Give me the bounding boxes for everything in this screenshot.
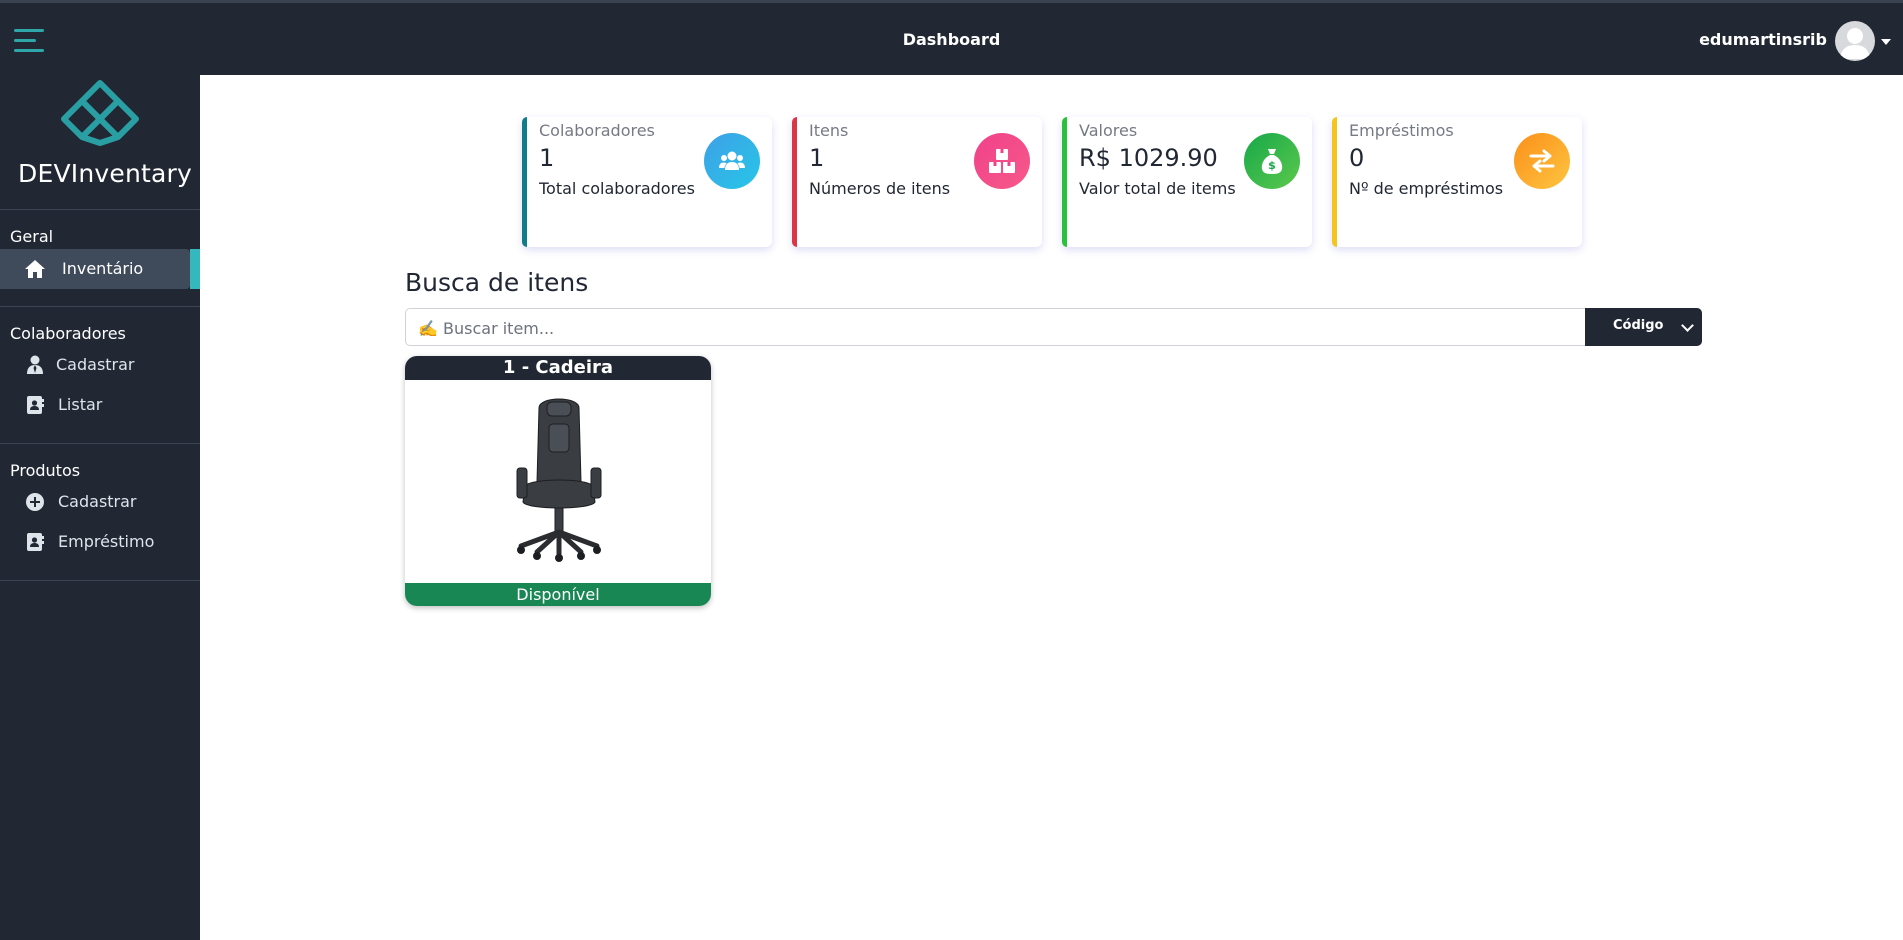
search-filter-selected: Código [1613, 318, 1664, 333]
stat-subtitle: Números de itens [809, 179, 951, 198]
boxes-icon [974, 133, 1030, 189]
stat-card-colaboradores: Colaboradores 1 Total colaboradores [522, 117, 772, 247]
svg-text:$: $ [1268, 159, 1276, 172]
sidebar-divider [0, 580, 200, 581]
sidebar-item-produtos-emprestimo[interactable]: Empréstimo [0, 522, 200, 562]
search-section-title: Busca de itens [405, 268, 589, 297]
brand-name: DEVInventary [18, 159, 192, 188]
devinventary-logo [61, 80, 139, 146]
stat-subtitle: Nº de empréstimos [1349, 179, 1504, 198]
status-badge: Disponível [405, 583, 711, 606]
home-icon [25, 260, 45, 278]
sidebar-item-label: Inventário [62, 259, 144, 278]
stat-value: 0 [1349, 144, 1365, 172]
sidebar-item-colaboradores-listar[interactable]: Listar [0, 385, 200, 425]
sidebar: DEVInventary Geral Inventário Colaborado… [0, 75, 200, 940]
users-icon [704, 133, 760, 189]
sidebar-item-label: Listar [58, 395, 103, 414]
card-accent-bar [1332, 117, 1337, 247]
money-bag-icon: $ [1244, 133, 1300, 189]
search-bar: Código [405, 308, 1702, 347]
plus-circle-icon [26, 493, 44, 511]
sidebar-divider [0, 209, 200, 210]
item-card[interactable]: 1 - Cadeira Disponível [405, 356, 711, 606]
chevron-down-icon [1681, 319, 1694, 332]
chevron-down-icon[interactable] [1881, 39, 1891, 45]
search-filter-select[interactable]: Código [1585, 308, 1702, 346]
stat-value: 1 [539, 144, 555, 172]
stat-value: 1 [809, 144, 825, 172]
stat-title: Colaboradores [539, 121, 655, 140]
search-input[interactable] [406, 309, 1600, 347]
active-indicator [190, 249, 200, 289]
address-book-icon [27, 396, 44, 414]
address-book-icon [27, 533, 44, 551]
section-title-colaboradores: Colaboradores [10, 324, 126, 343]
stat-subtitle: Total colaboradores [539, 179, 695, 198]
sidebar-item-label: Cadastrar [56, 355, 135, 374]
sidebar-item-produtos-cadastrar[interactable]: Cadastrar [0, 482, 200, 522]
office-chair-image [516, 398, 602, 562]
stat-title: Empréstimos [1349, 121, 1454, 140]
user-name[interactable]: edumartinsrib [1699, 30, 1827, 49]
stat-title: Itens [809, 121, 849, 140]
card-accent-bar [792, 117, 797, 247]
section-title-geral: Geral [10, 227, 54, 246]
sidebar-item-label: Cadastrar [58, 492, 137, 511]
sidebar-divider [0, 443, 200, 444]
top-bar: Dashboard edumartinsrib [0, 0, 1903, 75]
stat-card-valores: Valores R$ 1029.90 Valor total de items … [1062, 117, 1312, 247]
user-tie-icon [27, 355, 43, 374]
sidebar-item-colaboradores-cadastrar[interactable]: Cadastrar [0, 345, 200, 385]
main-content: Colaboradores 1 Total colaboradores Iten… [200, 75, 1903, 940]
stat-subtitle: Valor total de items [1079, 179, 1236, 198]
card-accent-bar [522, 117, 527, 247]
section-title-produtos: Produtos [10, 461, 81, 480]
stat-card-emprestimos: Empréstimos 0 Nº de empréstimos [1332, 117, 1582, 247]
sidebar-item-inventario[interactable]: Inventário [0, 249, 200, 289]
exchange-icon [1514, 133, 1570, 189]
stat-value: R$ 1029.90 [1079, 144, 1218, 172]
stat-title: Valores [1079, 121, 1138, 140]
sidebar-item-label: Empréstimo [58, 532, 155, 551]
page-title: Dashboard [902, 30, 1001, 49]
item-title: 1 - Cadeira [405, 356, 711, 380]
card-accent-bar [1062, 117, 1067, 247]
stat-card-itens: Itens 1 Números de itens [792, 117, 1042, 247]
sidebar-divider [0, 306, 200, 307]
avatar[interactable] [1835, 21, 1875, 61]
